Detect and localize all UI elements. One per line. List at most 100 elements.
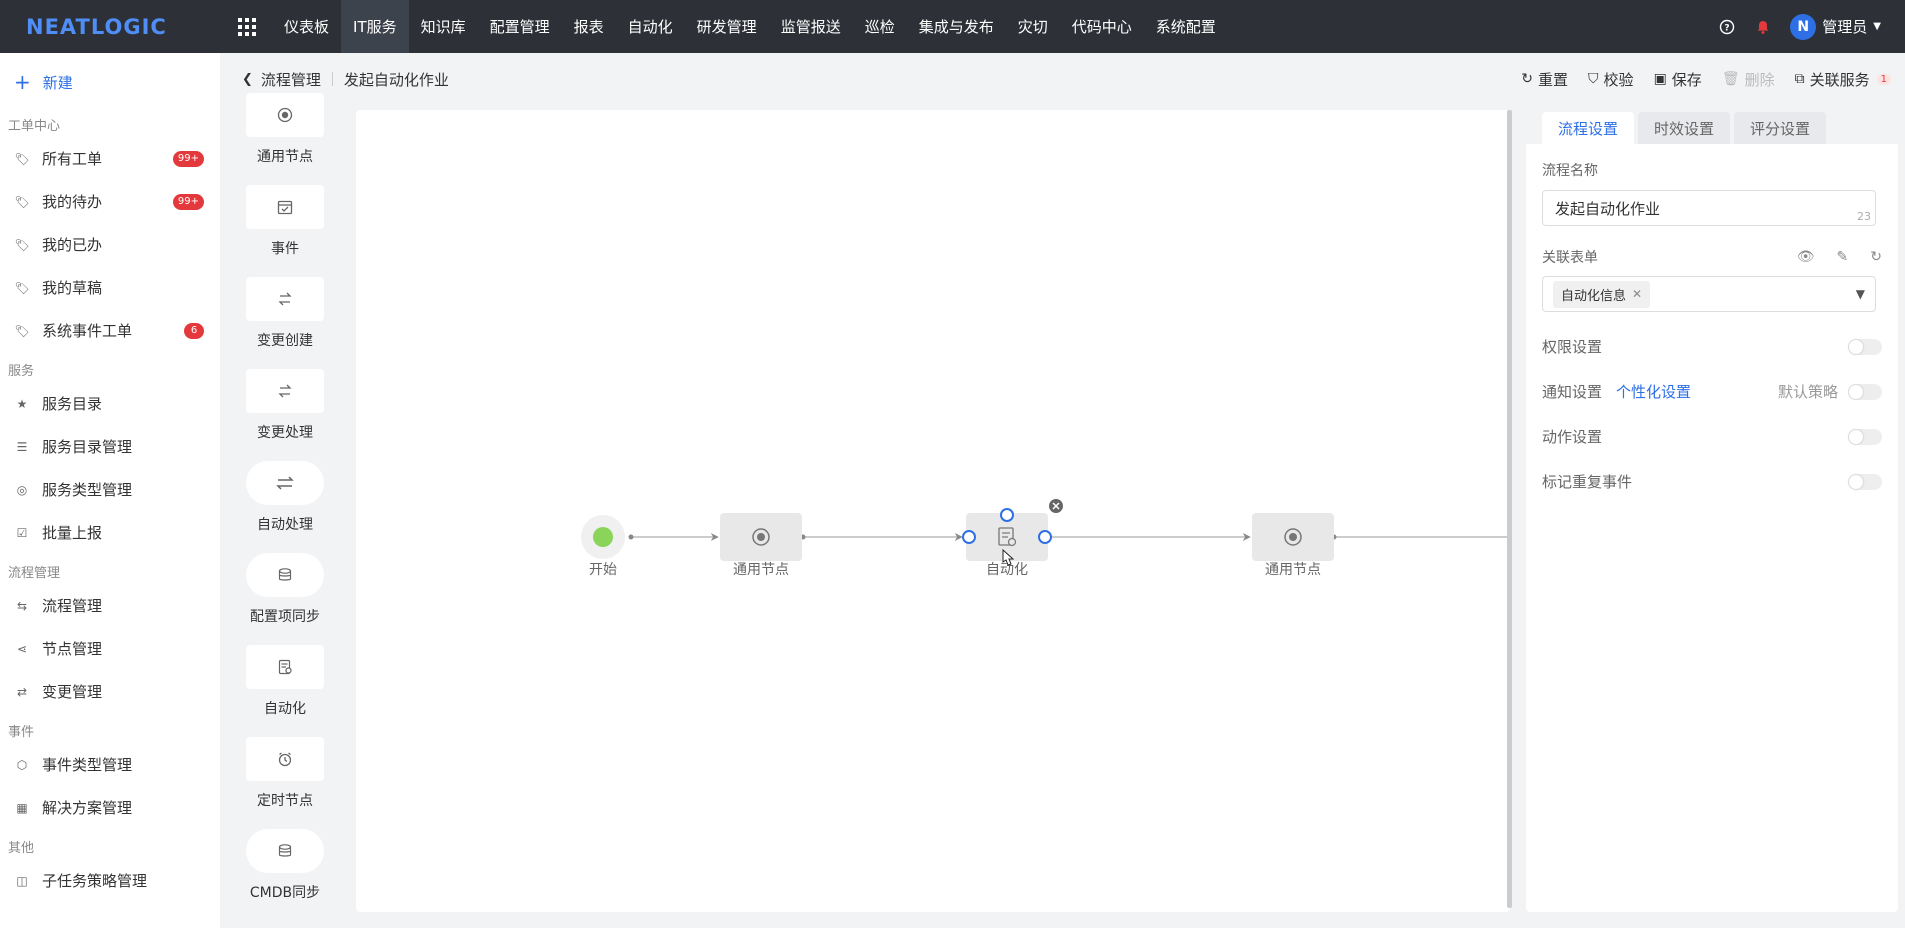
repeat-toggle[interactable] xyxy=(1848,473,1882,490)
flow-canvas[interactable]: 开始 通用节点 自动化 通用节点 xyxy=(356,110,1510,912)
close-icon[interactable]: ✕ xyxy=(1632,287,1642,301)
node-automation[interactable]: 自动化 xyxy=(962,499,1063,577)
menu-item[interactable]: 系统配置 xyxy=(1144,0,1228,53)
sidebar-item[interactable]: 🏷 所有工单 99+ xyxy=(0,137,220,180)
delete-button[interactable]: 🗑 删除 xyxy=(1722,69,1775,90)
user-name: 管理员 xyxy=(1822,18,1868,36)
sidebar-group-title: 流程管理 xyxy=(8,565,61,581)
palette-node[interactable]: 自动化 xyxy=(228,645,342,737)
menu-item[interactable]: 监管报送 xyxy=(769,0,853,53)
menu-item[interactable]: 代码中心 xyxy=(1060,0,1144,53)
node-start[interactable]: 开始 xyxy=(581,515,625,577)
action-toggle[interactable] xyxy=(1848,428,1882,445)
sidebar-item[interactable]: ◎ 服务类型管理 xyxy=(0,468,220,511)
top-nav: NEATLOGIC 仪表板 IT服务 知识库 配置管理 报表 自动化 研发管理 监管报送 巡检集… xyxy=(0,0,1905,53)
breadcrumb-divider xyxy=(331,72,333,86)
apps-grid-icon[interactable] xyxy=(236,16,258,38)
reset-label: 重置 xyxy=(1538,70,1569,89)
node-general[interactable]: 通用节点 xyxy=(1252,513,1334,577)
palette-node-label: 事件 xyxy=(271,241,299,257)
sidebar-item[interactable]: 🏷 我的草稿 xyxy=(0,266,220,309)
palette-node[interactable]: 事件 xyxy=(228,185,342,277)
related-service-label: 关联服务 xyxy=(1809,70,1870,89)
related-service-button[interactable]: ⧉ 关联服务 1 xyxy=(1795,69,1891,90)
sidebar-item[interactable]: ⋖ 节点管理 xyxy=(0,627,220,670)
menu-item[interactable]: 仪表板 xyxy=(272,0,341,53)
chevron-down-icon: ▼ xyxy=(1873,21,1881,32)
palette-node[interactable]: 配置项同步 xyxy=(228,553,342,645)
node-delete-icon[interactable] xyxy=(1049,499,1063,513)
back-chevron-icon[interactable]: ❮ xyxy=(242,72,253,87)
menu-item[interactable]: 知识库 xyxy=(409,0,478,53)
default-policy-label: 默认策略 xyxy=(1777,383,1838,401)
personalize-link[interactable]: 个性化设置 xyxy=(1616,381,1691,402)
sidebar-item[interactable]: ⇄ 变更管理 xyxy=(0,670,220,713)
clock-icon xyxy=(246,737,324,781)
edit-icon[interactable]: ✎ xyxy=(1837,249,1849,265)
refresh-icon: ↻ xyxy=(1521,71,1534,87)
sidebar-item[interactable]: 🏷 我的已办 xyxy=(0,223,220,266)
save-icon: ▣ xyxy=(1653,71,1667,87)
user-menu[interactable]: N 管理员 ▼ xyxy=(1790,13,1881,40)
palette-node[interactable]: 通用节点 xyxy=(228,93,342,185)
permission-toggle[interactable] xyxy=(1848,338,1882,355)
form-select[interactable]: 自动化信息 ✕ ▼ xyxy=(1542,276,1876,312)
new-button[interactable]: + 新建 xyxy=(0,53,220,111)
menu-item[interactable]: 集成与发布 xyxy=(907,0,1006,53)
reset-button[interactable]: ↻ 重置 xyxy=(1521,69,1568,90)
sidebar-item-label: 节点管理 xyxy=(42,640,103,658)
related-count-badge: 1 xyxy=(1876,73,1891,85)
settings-tab[interactable]: 时效设置 xyxy=(1638,112,1731,144)
save-button[interactable]: ▣ 保存 xyxy=(1654,69,1702,90)
sidebar-item[interactable]: ◫ 子任务策略管理 xyxy=(0,859,220,902)
calendar-check-icon xyxy=(246,185,324,229)
sidebar-item[interactable]: ⬡ 事件类型管理 xyxy=(0,743,220,786)
sidebar-item[interactable]: ☰ 服务目录管理 xyxy=(0,425,220,468)
repeat-label: 标记重复事件 xyxy=(1542,473,1633,491)
repeat-row: 标记重复事件 xyxy=(1542,459,1882,504)
logo[interactable]: NEATLOGIC xyxy=(0,0,220,53)
canvas-scrollbar[interactable] xyxy=(1507,110,1512,908)
sidebar-item-label: 解决方案管理 xyxy=(42,799,133,817)
settings-tab[interactable]: 评分设置 xyxy=(1734,112,1827,144)
delete-label: 删除 xyxy=(1744,70,1775,89)
chevron-down-icon[interactable]: ▼ xyxy=(1856,287,1865,301)
refresh-icon[interactable]: ↻ xyxy=(1870,249,1882,265)
trash-icon: 🗑 xyxy=(1721,71,1740,87)
star-icon: ★ xyxy=(16,396,28,411)
sidebar-item[interactable]: ▦ 解决方案管理 xyxy=(0,786,220,829)
sidebar-item-label: 所有工单 xyxy=(42,150,103,168)
menu-item[interactable]: 报表 xyxy=(562,0,616,53)
validate-button[interactable]: ⛉ 校验 xyxy=(1588,69,1634,90)
menu-item[interactable]: 灾切 xyxy=(1006,0,1060,53)
tag-icon: 🏷 xyxy=(14,280,30,295)
menu-item[interactable]: 配置管理 xyxy=(478,0,562,53)
bell-icon[interactable] xyxy=(1754,18,1772,36)
palette-node[interactable]: 定时节点 xyxy=(228,737,342,829)
sidebar-item-label: 服务目录 xyxy=(42,395,103,413)
menu-item[interactable]: 自动化 xyxy=(616,0,685,53)
flow-diagram[interactable]: 开始 通用节点 自动化 通用节点 xyxy=(356,110,1510,912)
node-general[interactable]: 通用节点 xyxy=(720,513,802,577)
sidebar-item[interactable]: 🏷 我的待办 99+ xyxy=(0,180,220,223)
palette-node[interactable]: 变更处理 xyxy=(228,369,342,461)
sidebar-item[interactable]: 🏷 系统事件工单 6 xyxy=(0,309,220,352)
settings-tab[interactable]: 流程设置 xyxy=(1542,112,1635,144)
palette-node[interactable]: CMDB同步 xyxy=(228,829,342,916)
palette-node[interactable]: 变更创建 xyxy=(228,277,342,369)
palette-node[interactable]: 自动处理 xyxy=(228,461,342,553)
eye-icon[interactable]: 👁 xyxy=(1797,249,1815,265)
sidebar-item[interactable]: ★ 服务目录 xyxy=(0,382,220,425)
menu-item[interactable]: 巡检 xyxy=(853,0,907,53)
sidebar-item[interactable]: ☑ 批量上报 xyxy=(0,511,220,554)
menu-item[interactable]: 研发管理 xyxy=(685,0,769,53)
sidebar-group-title: 服务 xyxy=(8,363,35,379)
menu-item[interactable]: IT服务 xyxy=(341,0,409,53)
palette-node-label: 变更创建 xyxy=(257,333,313,349)
sidebar-item[interactable]: ⇆ 流程管理 xyxy=(0,584,220,627)
flow-name-input[interactable]: 发起自动化作业 23 xyxy=(1542,190,1876,226)
breadcrumb-parent[interactable]: 流程管理 xyxy=(261,69,321,90)
form-tag-label: 自动化信息 xyxy=(1561,288,1627,304)
help-icon[interactable]: ? xyxy=(1718,18,1736,36)
notify-toggle[interactable] xyxy=(1848,383,1882,400)
